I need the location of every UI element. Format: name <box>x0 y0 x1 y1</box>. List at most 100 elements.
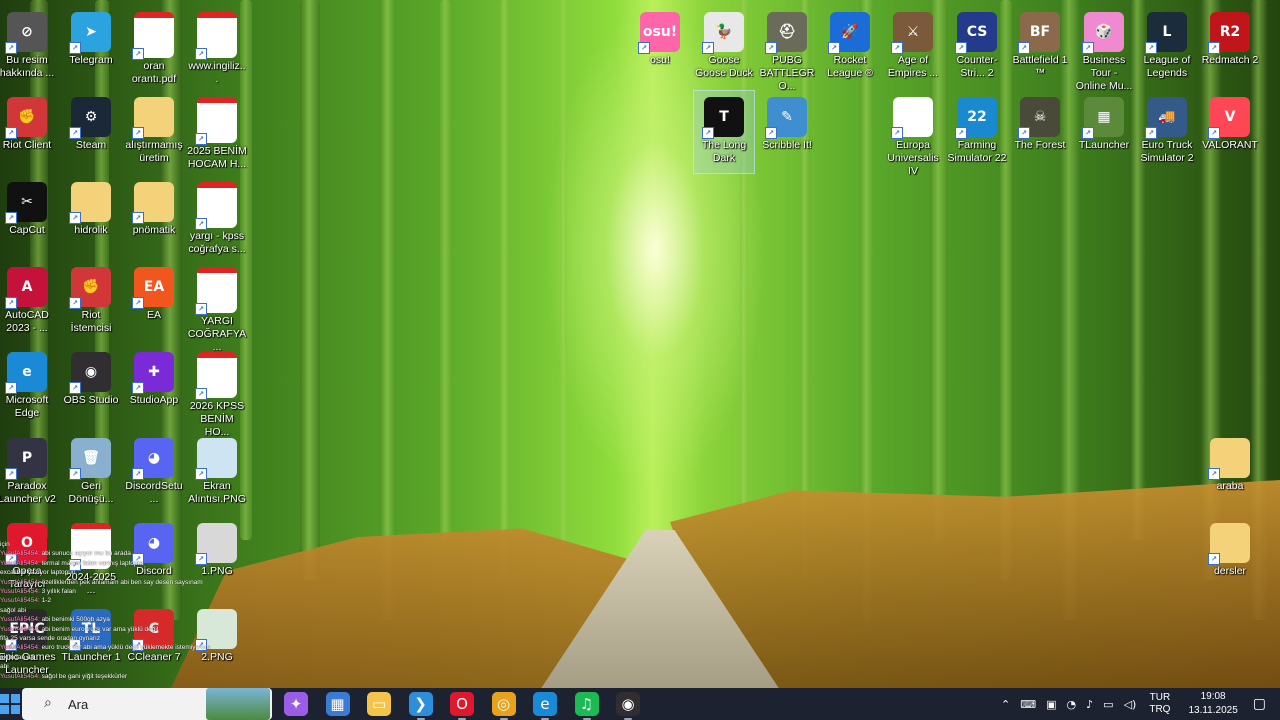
chat-message: abi <box>0 662 240 671</box>
desktop-icon-paradox-launcher-v2[interactable]: P ↗ Paradox Launcher v2 <box>0 432 57 514</box>
desktop-icon-dersler[interactable]: ↗ dersler <box>1200 517 1260 599</box>
icon-glyph: ⛑ <box>778 24 796 40</box>
desktop-icon-europa-universalis-iv[interactable]: ↗ Europa Universalis IV <box>883 91 943 177</box>
icon-glyph: 🎲 <box>1095 24 1113 40</box>
icon-glyph: R2 <box>1219 24 1241 40</box>
shortcut-arrow-icon: ↗ <box>5 382 17 394</box>
app-icon: ☠ ↗ <box>1018 97 1060 139</box>
desktop-icon-yargı-kpss-coğrafya-s[interactable]: PDF ↗ yargı - kpss coğrafya s... <box>187 176 247 258</box>
notification-icon[interactable]: ▢ <box>1253 696 1266 712</box>
taskbar-obs-icon[interactable]: ◉ <box>616 692 640 720</box>
desktop-icon-label: CapCut <box>9 224 45 236</box>
chat-message: YusufAli5454: euro truck var abi ama yük… <box>0 643 240 652</box>
taskbar-chrome-icon[interactable]: ◎ <box>491 692 516 720</box>
icon-glyph: ◕ <box>147 450 161 466</box>
desktop-icon-araba[interactable]: ↗ araba <box>1200 432 1260 514</box>
desktop-icon-riot-i-stemcisi[interactable]: ✊ ↗ Riot İstemcisi <box>61 261 121 343</box>
desktop-icon-goose-goose-duck[interactable]: 🦆 ↗ Goose Goose Duck <box>694 6 754 88</box>
taskbar-explorer-icon[interactable]: ▭ <box>367 692 391 716</box>
desktop-icon-age-of-empires[interactable]: ⚔ ↗ Age of Empires ... <box>883 6 943 88</box>
desktop-icon-pnömatik[interactable]: ↗ pnömatik <box>124 176 184 258</box>
taskbar-opera-icon[interactable]: O <box>450 692 474 720</box>
taskbar-search-box[interactable]: ⌕ Ara <box>22 688 272 720</box>
desktop-icon-obs-studio[interactable]: ◉ ↗ OBS Studio <box>61 346 121 428</box>
desktop-icon-oran-orantı-pdf[interactable]: PDF ↗ oran orantı.pdf <box>124 6 184 88</box>
desktop-icon-bu-resim-hakkında[interactable]: ⊘ ↗ Bu resim hakkında ... <box>0 6 57 88</box>
desktop-icon-capcut[interactable]: ✂ ↗ CapCut <box>0 176 57 258</box>
desktop-icon-battlefield-1[interactable]: BF ↗ Battlefield 1 ™ <box>1010 6 1070 88</box>
desktop-icon-autocad-2023[interactable]: A ↗ AutoCAD 2023 - ... <box>0 261 57 343</box>
desktop-icon-ea[interactable]: EA ↗ EA <box>124 261 184 343</box>
shortcut-arrow-icon: ↗ <box>132 212 144 224</box>
chat-username: YusufAli5454: <box>0 644 42 652</box>
desktop-icon-2025-beni-m-hocam-h[interactable]: PDF ↗ 2025 BENİM HOCAM H... <box>187 91 247 173</box>
desktop-icon-geri-dönüşü[interactable]: 🗑 ↗ Geri Dönüşü... <box>61 432 121 514</box>
bamboo-stalk <box>300 0 320 580</box>
chat-message: YusufAli5454: termal macun falan varmış … <box>0 559 240 568</box>
start-tile <box>11 705 20 714</box>
start-tile <box>11 694 20 703</box>
desktop-icon-counter-stri-2[interactable]: CS ↗ Counter-Stri... 2 <box>947 6 1007 88</box>
taskbar-store-icon[interactable]: ▦ <box>325 692 350 716</box>
desktop-icon-telegram[interactable]: ➤ ↗ Telegram <box>61 6 121 88</box>
desktop-icon-league-of-legends[interactable]: L ↗ League of Legends <box>1137 6 1197 88</box>
battery-icon[interactable]: ▭ <box>1103 698 1113 711</box>
taskbar-vscode-icon[interactable]: ❯ <box>408 692 433 720</box>
desktop-icon-euro-truck-simulator-2[interactable]: 🚚 ↗ Euro Truck Simulator 2 <box>1137 91 1197 173</box>
desktop-icon-the-forest[interactable]: ☠ ↗ The Forest <box>1010 91 1070 173</box>
chat-text: abi sunucu açıyor mu bu arada <box>41 550 131 558</box>
start-button[interactable] <box>0 694 20 714</box>
app-icon: ✂ ↗ <box>5 182 47 224</box>
desktop-icon-2026-kpss-beni-m-ho[interactable]: PDF ↗ 2026 KPSS BENİM HO... <box>187 346 247 438</box>
search-icon: ⌕ <box>44 695 52 711</box>
desktop-icon-redmatch-2[interactable]: R2 ↗ Redmatch 2 <box>1200 6 1260 88</box>
desktop-icon-label: araba <box>1216 480 1244 492</box>
shortcut-arrow-icon: ↗ <box>702 42 714 54</box>
keyboard-icon[interactable]: ⌨ <box>1020 698 1036 711</box>
folder-icon: ↗ <box>132 182 174 224</box>
microphone-icon[interactable]: ♪ <box>1086 698 1093 711</box>
desktop-icon-osu[interactable]: osu! ↗ osu! <box>630 6 690 88</box>
wifi-icon[interactable]: ◔ <box>1067 698 1077 711</box>
desktop-icon-ekran-alıntısı-png[interactable]: ↗ Ekran Alıntısı.PNG <box>187 432 247 514</box>
shortcut-arrow-icon: ↗ <box>195 388 207 400</box>
desktop-icon-farming-simulator-22[interactable]: 22 ↗ Farming Simulator 22 <box>947 91 1007 173</box>
icon-glyph: e <box>22 364 32 380</box>
desktop-icon-label: Farming Simulator 22 <box>947 139 1007 164</box>
icon-glyph: 22 <box>967 109 987 125</box>
chevron-up-icon[interactable]: ⌃ <box>1001 698 1010 711</box>
desktop-icon-microsoft-edge[interactable]: e ↗ Microsoft Edge <box>0 346 57 428</box>
desktop-icon-steam[interactable]: ⚙ ↗ Steam <box>61 91 121 173</box>
desktop-icon-tlauncher[interactable]: ▦ ↗ TLauncher <box>1074 91 1134 173</box>
clock[interactable]: 19:08 13.11.2025 <box>1188 690 1237 718</box>
desktop-icon-yargi-coğrafya[interactable]: PDF ↗ YARGI COĞRAFYA ... <box>187 261 247 353</box>
desktop-icon-label: AutoCAD 2023 - ... <box>5 309 49 334</box>
desktop-icon-valorant[interactable]: V ↗ VALORANT <box>1200 91 1260 173</box>
desktop-icon-pubg-battlegro[interactable]: ⛑ ↗ PUBG BATTLEGRO... <box>757 6 817 92</box>
icon-glyph: 🚚 <box>1158 109 1176 125</box>
volume-icon[interactable]: ◁) <box>1124 698 1137 711</box>
chat-message: YusufAli5454: özelliklerden pek anlamam … <box>0 578 240 587</box>
taskbar-edge-icon[interactable]: e <box>533 692 557 720</box>
app-icon: e ↗ <box>5 352 47 394</box>
desktop-icon-www-ingiliz[interactable]: PDF ↗ www.ingiliz... <box>187 6 247 88</box>
desktop-icon-rocket-league[interactable]: 🚀 ↗ Rocket League ® <box>820 6 880 88</box>
desktop-icon-label: alıştırmamış üretim <box>125 139 183 164</box>
desktop-icon-business-tour-online-mu[interactable]: 🎲 ↗ Business Tour - Online Mu... <box>1074 6 1134 92</box>
desktop-icon-hidrolik[interactable]: ↗ hidrolik <box>61 176 121 258</box>
chat-message: akımdan da <box>0 653 240 662</box>
desktop-icon-label: Redmatch 2 <box>1201 54 1259 66</box>
app-icon: ✚ ↗ <box>132 352 174 394</box>
display-icon[interactable]: ▣ <box>1046 698 1056 711</box>
desktop-icon-the-long-dark[interactable]: T ↗ The Long Dark <box>693 90 755 174</box>
input-language[interactable]: TUR TRQ <box>1149 692 1170 716</box>
desktop-icon-scribble-it[interactable]: ✎ ↗ Scribble It! <box>757 91 817 173</box>
desktop-icon-label: osu! <box>650 54 670 66</box>
desktop-icon-riot-client[interactable]: ✊ ↗ Riot Client <box>0 91 57 173</box>
desktop-icon-studioapp[interactable]: ✚ ↗ StudioApp <box>124 346 184 428</box>
app-icon: ◉ ↗ <box>69 352 111 394</box>
desktop-icon-alıştırmamış-üretim[interactable]: ↗ alıştırmamış üretim <box>124 91 184 173</box>
taskbar-copilot-icon[interactable]: ✦ <box>284 692 308 716</box>
desktop-icon-discordsetu[interactable]: ◕ ↗ DiscordSetu... <box>124 432 184 514</box>
taskbar-spotify-icon[interactable]: ♫ <box>574 692 599 720</box>
